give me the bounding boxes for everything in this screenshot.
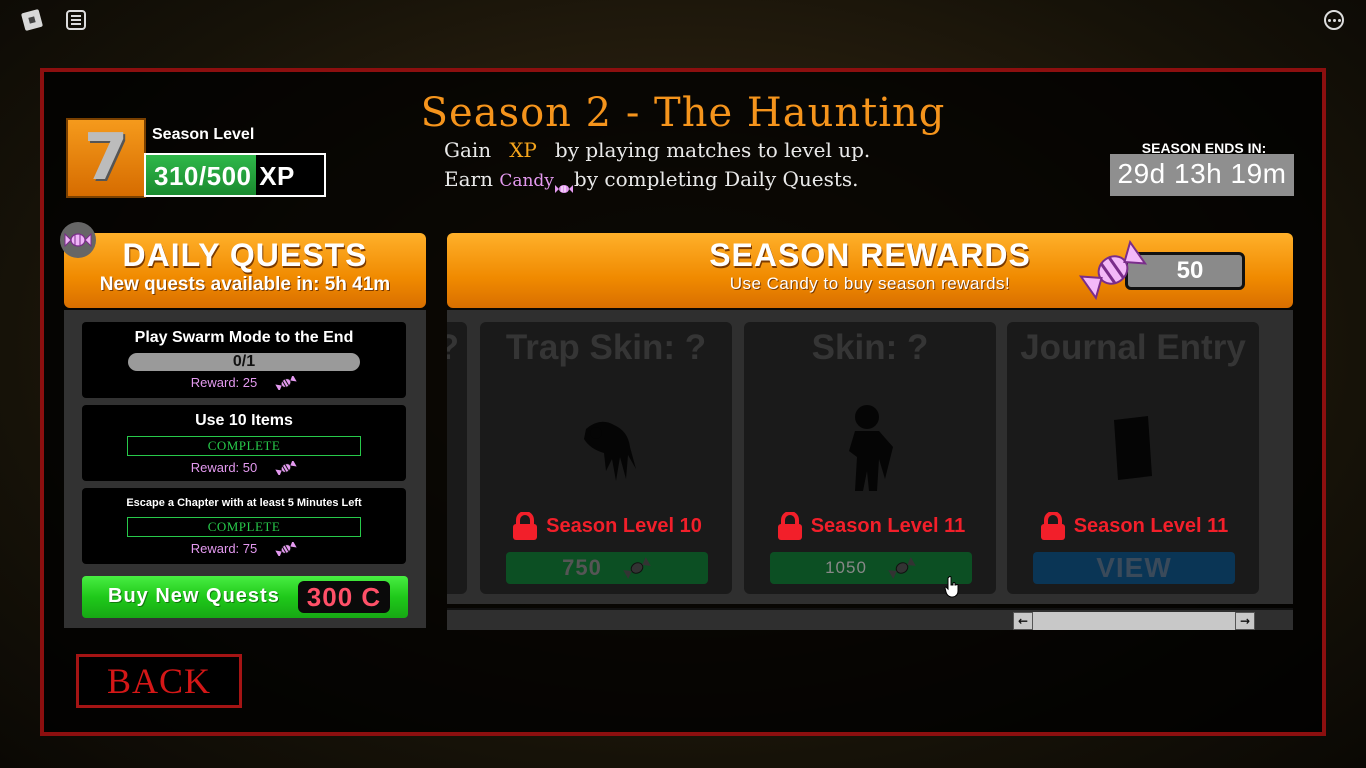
reward-lock-row: Season Level 11 [744, 512, 996, 540]
daily-quests-header: DAILY QUESTS New quests available in: 5h… [64, 233, 426, 308]
subtitle-xp-line: Gain XP by playing matches to level up. [444, 138, 870, 162]
candy-icon [275, 540, 297, 557]
xp-progress-text: 310/500 XP [154, 161, 295, 191]
quest-complete-badge: COMPLETE [127, 517, 361, 537]
reward-card-title: ? [447, 328, 467, 368]
candy-highlight: Candy [499, 171, 554, 191]
daily-quests-timer: New quests available in: 5h 41m [99, 274, 391, 295]
season-pass-window: 7 Season Level 310/500 XP Season 2 - The… [40, 68, 1326, 736]
candy-icon [623, 557, 651, 579]
subtitle-text: Gain [444, 138, 492, 162]
quest-item: Play Swarm Mode to the End 0/1 Reward: 2… [82, 322, 406, 398]
candy-currency-icon [1078, 237, 1148, 303]
mouse-cursor-icon [944, 576, 960, 598]
buy-new-quests-price: 300 C [298, 581, 390, 613]
subtitle-text: by completing Daily Quests. [573, 167, 859, 191]
subtitle-text: Earn [444, 167, 493, 191]
reward-view-button[interactable]: VIEW [1033, 552, 1235, 584]
reward-card-title: Skin: ? [811, 328, 929, 367]
scroll-left-arrow-icon[interactable]: ← [1013, 612, 1033, 630]
buy-new-quests-label: Buy New Quests [108, 585, 280, 607]
reward-buy-button[interactable]: 750 [506, 552, 708, 584]
reward-price: 1050 [825, 558, 867, 577]
quest-item: Use 10 Items COMPLETE Reward: 50 [82, 405, 406, 481]
reward-card: ? [447, 322, 467, 594]
reward-lock-text: Season Level 11 [1073, 514, 1229, 537]
quest-title: Use 10 Items [195, 412, 293, 429]
reward-lock-row: Season Level 10 [480, 512, 732, 540]
season-rewards-header: SEASON REWARDS Use Candy to buy season r… [447, 233, 1293, 308]
trap-claw-silhouette-icon [480, 394, 732, 504]
scroll-right-arrow-icon[interactable]: → [1235, 612, 1255, 630]
lock-icon [777, 512, 802, 540]
daily-quests-title: DAILY QUESTS [122, 237, 368, 273]
character-silhouette-icon [744, 394, 996, 504]
subtitle-text: by playing matches to level up. [554, 138, 871, 162]
journal-book-silhouette-icon [1007, 394, 1259, 504]
candy-icon [554, 176, 574, 193]
page-title: Season 2 - The Haunting [420, 90, 946, 136]
lock-icon [1040, 512, 1065, 540]
quest-complete-badge: COMPLETE [127, 436, 361, 456]
candy-icon [275, 374, 297, 391]
reward-buy-button[interactable]: 1050 [770, 552, 972, 584]
reward-card: Skin: ? Season Level 11 1050 [744, 322, 996, 594]
quest-item: Escape a Chapter with at least 5 Minutes… [82, 488, 406, 564]
back-button[interactable]: BACK [76, 654, 242, 708]
candy-icon [888, 557, 916, 579]
more-options-icon[interactable] [1322, 8, 1346, 32]
quest-title: Play Swarm Mode to the End [134, 329, 354, 346]
quest-reward: Reward: 75 [82, 540, 406, 557]
reward-lock-text: Season Level 10 [546, 514, 702, 537]
reward-card-title: Journal Entry [1020, 328, 1246, 367]
quest-reward-text: Reward: 75 [190, 541, 258, 556]
reward-view-label: VIEW [1096, 552, 1172, 583]
buy-new-quests-button[interactable]: Buy New Quests 300 C [82, 576, 408, 618]
quest-title: Escape a Chapter with at least 5 Minutes… [126, 497, 362, 509]
reward-lock-text: Season Level 11 [810, 514, 966, 537]
quest-progress: 0/1 [128, 353, 360, 371]
quest-reward: Reward: 25 [82, 374, 406, 391]
candy-icon [275, 459, 297, 476]
candy-badge-icon [60, 222, 96, 258]
season-ends-countdown: 29d 13h 19m [1110, 154, 1294, 196]
roblox-logo-icon[interactable] [20, 8, 44, 32]
season-rewards-carousel[interactable]: ? Trap Skin: ? Season Level 10 750 Skin:… [447, 310, 1293, 604]
subtitle-candy-line: Earn Candy by completing Daily Quests. [444, 167, 859, 193]
quest-reward: Reward: 50 [82, 459, 406, 476]
rewards-scrollbar[interactable]: ← → [447, 608, 1293, 630]
rewards-scrollbar-thumb[interactable] [1013, 612, 1255, 630]
chat-icon[interactable] [64, 8, 88, 32]
reward-card: Journal Entry Season Level 11 VIEW [1007, 322, 1259, 594]
reward-price: 750 [562, 555, 602, 580]
quest-reward-text: Reward: 25 [190, 375, 258, 390]
xp-progress-bar: 310/500 XP [144, 153, 326, 197]
reward-card-title: Trap Skin: ? [505, 328, 707, 367]
reward-lock-row: Season Level 11 [1007, 512, 1259, 540]
lock-icon [513, 512, 538, 540]
reward-card: Trap Skin: ? Season Level 10 750 [480, 322, 732, 594]
xp-highlight: XP [509, 138, 537, 162]
quest-reward-text: Reward: 50 [190, 460, 258, 475]
